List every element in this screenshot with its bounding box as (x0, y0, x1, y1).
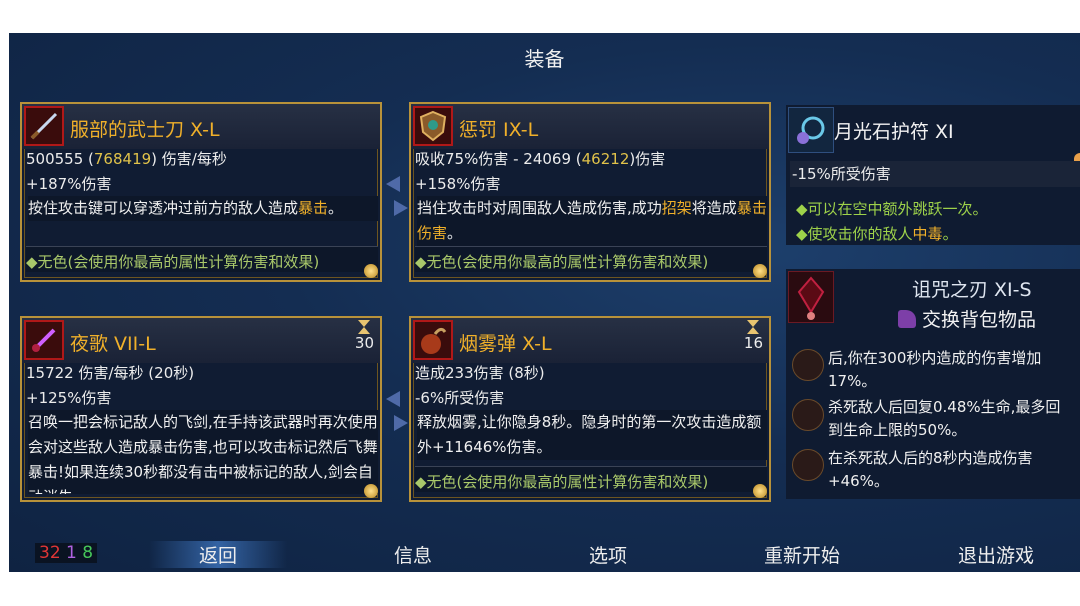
corner-gem-icon (753, 484, 767, 498)
cooldown-seconds: 16 (743, 334, 763, 352)
game-screen: 装备 服部的武士刀 X-L 500555 (768419) 伤害/每秒 +187… (9, 33, 1080, 572)
weapon-card-secondary[interactable]: 惩罚 IX-L 吸收75%伤害 - 24069 (46212)伤害 +158%伤… (409, 102, 771, 282)
corner-gem-icon (364, 484, 378, 498)
block-stat: 吸收75%伤害 - 24069 (46212)伤害 (415, 150, 666, 168)
perk-icon (792, 349, 824, 381)
cooldown: 30 (355, 320, 374, 352)
perk-icon (792, 399, 824, 431)
card-header: 夜歌 VII-L (22, 318, 380, 363)
skill-card-primary[interactable]: 夜歌 VII-L 30 15722 伤害/每秒 (20秒) +125%伤害 召唤… (20, 316, 382, 502)
cooldown: 16 (744, 320, 763, 352)
amulet-perk: ◆可以在空中额外跳跃一次。 (796, 200, 988, 218)
cursed-blade-icon (788, 271, 834, 323)
damage-bonus: +187%伤害 (26, 175, 112, 193)
amulet-panel[interactable]: 月光石护符 XI -15%所受伤害 ◆可以在空中额外跳跃一次。 ◆使攻击你的敌人… (786, 105, 1080, 245)
item-name: 烟雾弹 X-L (459, 333, 552, 355)
weapon-card-primary[interactable]: 服部的武士刀 X-L 500555 (768419) 伤害/每秒 +187%伤害… (20, 102, 382, 282)
swap-backpack-button[interactable]: 交换背包物品 (898, 305, 1036, 332)
skill-card-secondary[interactable]: 烟雾弹 X-L 16 造成233伤害 (8秒) -6%所受伤害 释放烟雾,让你隐… (409, 316, 771, 502)
restart-button[interactable]: 重新开始 (764, 541, 840, 568)
swap-left-arrow-icon[interactable] (386, 391, 400, 407)
item-description: 挡住攻击时对周围敌人造成伤害,成功招架将造成暴击伤害。 (417, 196, 767, 246)
hourglass-icon (747, 320, 760, 334)
screen-title: 装备 (524, 47, 565, 71)
dps-stat: 500555 (768419) 伤害/每秒 (26, 150, 227, 168)
back-button[interactable]: 返回 (149, 541, 287, 568)
colorless-note: ◆无色(会使用你最高的属性计算伤害和效果) (415, 466, 767, 492)
perk-text: 在杀死敌人后的8秒内造成伤害 (828, 449, 1033, 467)
colorless-note: ◆无色(会使用你最高的属性计算伤害和效果) (415, 246, 767, 272)
amulet-icon (788, 107, 834, 153)
perk-text: +46%。 (828, 472, 889, 490)
purple-scroll-count: 1 (66, 543, 77, 563)
perk-text: 17%。 (828, 372, 877, 390)
shield-icon (413, 106, 453, 146)
item-description: 按住攻击键可以穿透冲过前方的敌人造成暴击。 (28, 196, 378, 221)
defense-bonus: -6%所受伤害 (415, 389, 505, 407)
item-description: 释放烟雾,让你隐身8秒。隐身时的第一次攻击造成额外+11646%伤害。 (417, 410, 767, 460)
info-button[interactable]: 信息 (394, 541, 432, 568)
swap-left-arrow-icon[interactable] (386, 176, 400, 192)
damage-stat: 造成233伤害 (8秒) (415, 364, 545, 382)
hourglass-icon (358, 320, 371, 334)
red-scroll-count: 32 (39, 543, 61, 563)
damage-bonus: +158%伤害 (415, 175, 501, 193)
item-name: 服部的武士刀 X-L (70, 119, 220, 141)
perk-icon (792, 449, 824, 481)
card-header: 惩罚 IX-L (411, 104, 769, 149)
bottom-menu-bar: 32 1 8 返回 信息 选项 重新开始 退出游戏 (9, 533, 1080, 572)
cursed-item-name: 诅咒之刃 XI-S (912, 279, 1032, 301)
scroll-counters: 32 1 8 (35, 543, 98, 563)
corner-gem-icon (364, 264, 378, 278)
smoke-bomb-icon (413, 320, 453, 360)
amulet-perk: ◆使攻击你的敌人中毒。 (796, 225, 958, 243)
swap-right-arrow-icon[interactable] (394, 415, 408, 431)
amulet-stat: -15%所受伤害 (790, 161, 1080, 187)
amulet-name: 月光石护符 XI (834, 121, 954, 143)
cooldown-seconds: 30 (354, 334, 374, 352)
cursed-blade-panel[interactable]: 诅咒之刃 XI-S 交换背包物品 后,你在300秒内造成的伤害增加 17%。 杀… (786, 269, 1080, 499)
perk-text: 后,你在300秒内造成的伤害增加 (828, 349, 1042, 367)
options-button[interactable]: 选项 (589, 541, 627, 568)
green-scroll-count: 8 (82, 543, 94, 563)
item-name: 夜歌 VII-L (70, 333, 156, 355)
item-description: 召唤一把会标记敌人的飞剑,在手持该武器时再次使用会对这些敌人造成暴击伤害,也可以… (28, 410, 378, 494)
swap-right-arrow-icon[interactable] (394, 200, 408, 216)
card-header: 服部的武士刀 X-L (22, 104, 380, 149)
perk-text: 到生命上限的50%。 (828, 421, 967, 439)
card-header: 烟雾弹 X-L (411, 318, 769, 363)
damage-bonus: +125%伤害 (26, 389, 112, 407)
boot-icon (898, 310, 916, 328)
corner-gem-icon (753, 264, 767, 278)
dps-stat: 15722 伤害/每秒 (20秒) (26, 364, 195, 382)
colorless-note: ◆无色(会使用你最高的属性计算伤害和效果) (26, 246, 378, 272)
quit-game-button[interactable]: 退出游戏 (958, 541, 1034, 568)
perk-text: 杀死敌人后回复0.48%生命,最多回 (828, 398, 1061, 416)
katana-icon (24, 106, 64, 146)
item-name: 惩罚 IX-L (459, 119, 539, 141)
flying-sword-icon (24, 320, 64, 360)
